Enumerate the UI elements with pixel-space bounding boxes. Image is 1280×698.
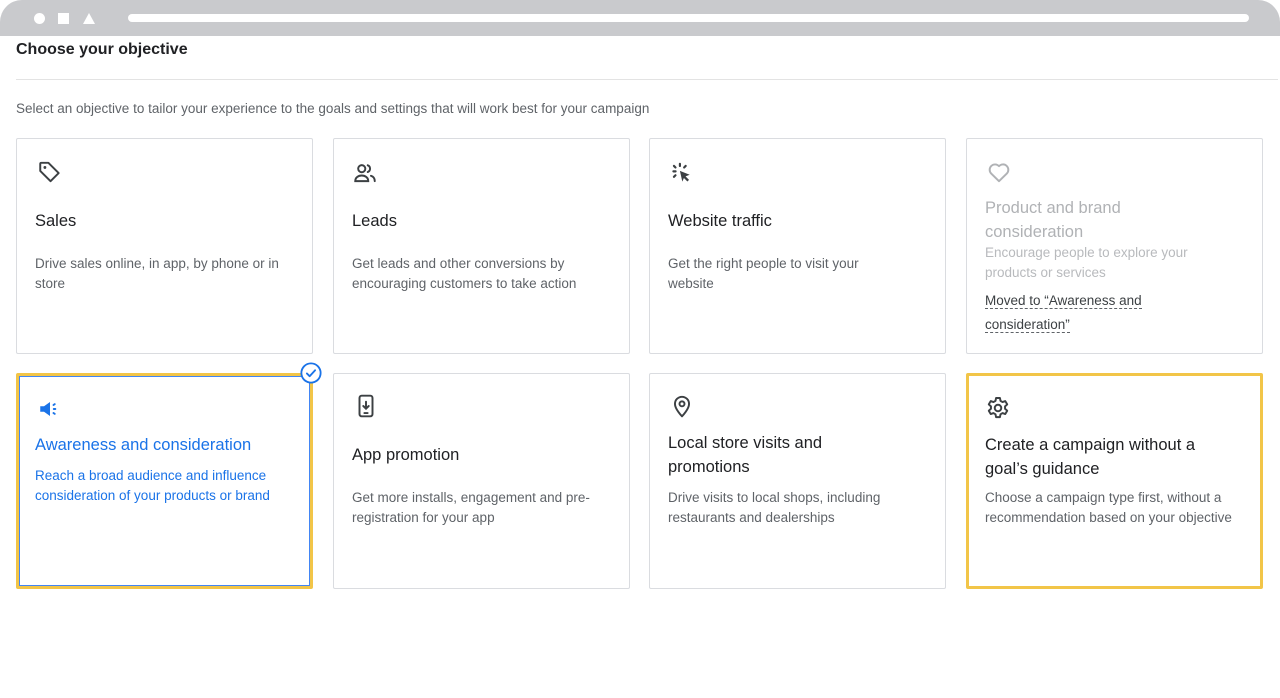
page-title: Choose your objective [16,41,188,58]
card-description: Encourage people to explore your product… [985,245,1188,280]
gear-icon [985,395,1011,421]
browser-toolbar [0,0,1280,36]
location-pin-icon [669,393,695,419]
heart-icon [986,159,1012,185]
square-icon [58,13,69,24]
card-title: Create a campaign without a goal’s guida… [985,436,1196,478]
page-subtitle: Select an objective to tailor your exper… [16,101,650,116]
card-title: Awareness and consideration [35,436,252,454]
objective-card-leads[interactable]: Leads Get leads and other conversions by… [333,138,630,354]
card-description: Get leads and other conversions by encou… [352,256,577,291]
cursor-click-icon [668,160,694,186]
objective-card-product-brand: Product and brand consideration Encourag… [966,138,1263,354]
objective-card-local-store[interactable]: Local store visits and promotions Drive … [649,373,946,589]
card-description: Get the right people to visit your websi… [668,256,859,291]
card-description: Drive visits to local shops, including r… [668,490,881,525]
moved-note-link[interactable]: Moved to “Awareness and consideration” [985,293,1142,333]
address-bar[interactable] [128,14,1249,22]
phone-download-icon [353,393,379,419]
card-title: Website traffic [668,212,772,230]
card-title: Product and brand consideration [985,199,1121,241]
objective-card-website-traffic[interactable]: Website traffic Get the right people to … [649,138,946,354]
circle-icon [34,13,45,24]
card-description: Choose a campaign type first, without a … [985,490,1232,525]
divider [16,79,1278,80]
triangle-icon [83,13,95,24]
people-icon [352,160,378,186]
objective-card-no-goal[interactable]: Create a campaign without a goal’s guida… [966,373,1263,589]
card-description: Reach a broad audience and influence con… [35,468,270,503]
card-description: Get more installs, engagement and pre-re… [352,490,590,525]
card-title: Sales [35,212,77,230]
card-title: Local store visits and promotions [668,434,823,476]
card-title: App promotion [352,446,460,464]
tag-icon [37,159,63,185]
moved-note[interactable]: Moved to “Awareness and consideration” [985,289,1205,337]
check-circle-icon [300,362,322,384]
megaphone-icon [37,396,63,422]
objective-card-app-promotion[interactable]: App promotion Get more installs, engagem… [333,373,630,589]
objective-card-awareness[interactable]: Awareness and consideration Reach a broa… [16,373,313,589]
card-title: Leads [352,212,397,230]
card-description: Drive sales online, in app, by phone or … [35,256,279,291]
objective-card-sales[interactable]: Sales Drive sales online, in app, by pho… [16,138,313,354]
